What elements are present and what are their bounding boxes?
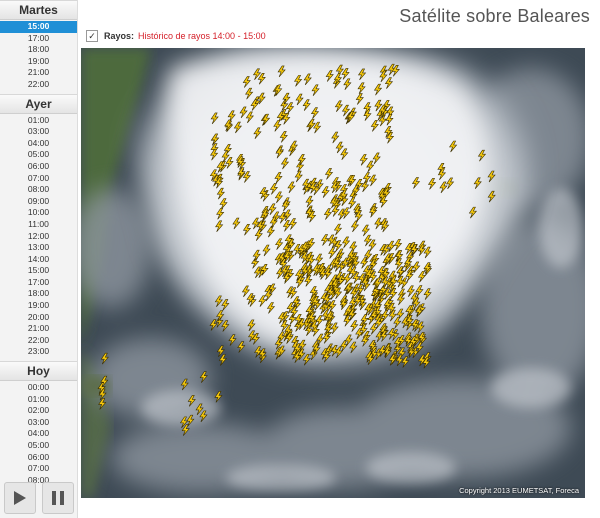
- time-item[interactable]: 11:00: [0, 219, 77, 231]
- time-item[interactable]: 03:00: [0, 417, 77, 429]
- time-list: 01:00 03:00 04:00 05:00 06:00 07:00 08:00 09:00…: [0, 114, 77, 361]
- time-item[interactable]: 21:00: [0, 323, 77, 335]
- day-header: Ayer: [0, 93, 77, 114]
- layer-toggle[interactable]: ✓ Rayos: Histórico de rayos 14:00 - 15:0…: [86, 28, 266, 44]
- time-item[interactable]: 15:00: [0, 265, 77, 277]
- time-item[interactable]: 06:00: [0, 161, 77, 173]
- time-item[interactable]: 01:00: [0, 394, 77, 406]
- time-item[interactable]: 23:00: [0, 346, 77, 358]
- day-header: Hoy: [0, 361, 77, 382]
- time-item[interactable]: 17:00: [0, 33, 77, 45]
- playback-controls: [4, 482, 74, 514]
- time-item[interactable]: 07:00: [0, 463, 77, 475]
- page-title: Satélite sobre Baleares: [399, 6, 590, 26]
- time-item[interactable]: 09:00: [0, 196, 77, 208]
- time-item[interactable]: 21:00: [0, 67, 77, 79]
- time-list: 15:00 17:00 18:00 19:00 21:00 22:00: [0, 20, 77, 94]
- time-item[interactable]: 06:00: [0, 452, 77, 464]
- time-item[interactable]: 02:00: [0, 405, 77, 417]
- layer-checkbox[interactable]: ✓: [86, 30, 98, 42]
- time-item[interactable]: 15:00: [0, 21, 77, 33]
- pause-icon: [52, 491, 64, 505]
- play-button[interactable]: [4, 482, 36, 514]
- satellite-image: [81, 48, 585, 498]
- time-item[interactable]: 20:00: [0, 312, 77, 324]
- time-item[interactable]: 18:00: [0, 288, 77, 300]
- time-item[interactable]: 05:00: [0, 440, 77, 452]
- time-item[interactable]: 10:00: [0, 207, 77, 219]
- time-item[interactable]: 13:00: [0, 242, 77, 254]
- time-item[interactable]: 14:00: [0, 254, 77, 266]
- time-item[interactable]: 19:00: [0, 56, 77, 68]
- layer-description: Histórico de rayos 14:00 - 15:00: [138, 31, 266, 41]
- time-list: 00:00 01:00 02:00 03:00 04:00 05:00 06:00 07:00…: [0, 381, 77, 489]
- time-item[interactable]: 08:00: [0, 184, 77, 196]
- time-item[interactable]: 05:00: [0, 149, 77, 161]
- pause-button[interactable]: [42, 482, 74, 514]
- time-item[interactable]: 22:00: [0, 79, 77, 91]
- time-item[interactable]: 18:00: [0, 44, 77, 56]
- time-item[interactable]: 03:00: [0, 126, 77, 138]
- layer-name: Rayos:: [104, 31, 135, 41]
- time-item[interactable]: 07:00: [0, 173, 77, 185]
- day-header: Martes: [0, 0, 77, 20]
- time-item[interactable]: 19:00: [0, 300, 77, 312]
- time-item[interactable]: 22:00: [0, 335, 77, 347]
- time-item[interactable]: 12:00: [0, 231, 77, 243]
- time-item[interactable]: 17:00: [0, 277, 77, 289]
- satellite-map[interactable]: Copyright 2013 EUMETSAT, Foreca: [81, 48, 585, 498]
- time-item[interactable]: 00:00: [0, 382, 77, 394]
- time-item[interactable]: 04:00: [0, 138, 77, 150]
- time-item[interactable]: 01:00: [0, 115, 77, 127]
- time-item[interactable]: 04:00: [0, 428, 77, 440]
- time-sidebar: Martes 15:00 17:00 18:00 19:00 21:00 22:00 Ayer…: [0, 0, 78, 518]
- play-icon: [14, 491, 26, 505]
- copyright-notice: Copyright 2013 EUMETSAT, Foreca: [459, 486, 579, 495]
